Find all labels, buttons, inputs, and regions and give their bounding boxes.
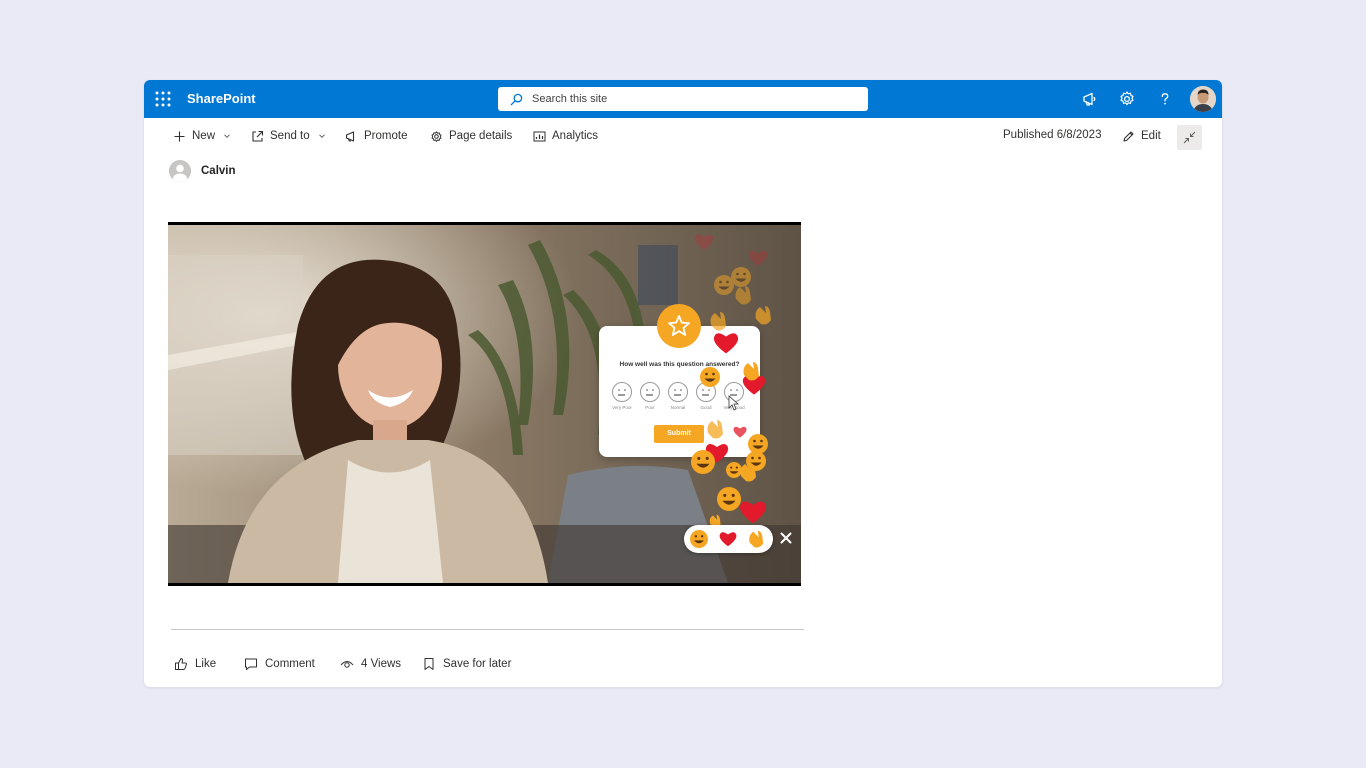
- poll-question: How well was this question answered?: [619, 361, 740, 368]
- comment-button[interactable]: Comment: [244, 656, 315, 672]
- views-label: 4 Views: [361, 658, 402, 670]
- star-icon: [657, 304, 701, 348]
- edit-label: Edit: [1141, 130, 1161, 142]
- share-icon: [252, 130, 264, 142]
- command-bar: New Send to Promote Page details Analyti…: [144, 118, 1222, 154]
- collapse-icon: [1183, 131, 1196, 144]
- bookmark-icon: [424, 658, 434, 670]
- send-to-button[interactable]: Send to: [251, 128, 326, 144]
- plus-icon: [174, 131, 185, 141]
- user-avatar[interactable]: [1190, 86, 1216, 112]
- save-label: Save for later: [443, 658, 512, 670]
- new-button[interactable]: New: [173, 128, 231, 144]
- video-player[interactable]: How well was this question answered? Ver…: [168, 222, 801, 586]
- promote-label: Promote: [364, 130, 408, 142]
- smile-face-icon: [696, 382, 716, 402]
- megaphone-icon[interactable]: [1081, 90, 1099, 108]
- send-to-label: Send to: [270, 130, 310, 142]
- chevron-down-icon: [318, 134, 325, 139]
- rating-very-poor[interactable]: Very Poor: [610, 382, 634, 410]
- analytics-label: Analytics: [552, 130, 599, 142]
- neutral-face-icon: [668, 382, 688, 402]
- save-for-later-button[interactable]: Save for later: [422, 656, 511, 672]
- divider: [171, 629, 804, 630]
- gear-icon[interactable]: [1118, 90, 1136, 108]
- author-avatar[interactable]: [169, 160, 191, 182]
- reaction-bar: [684, 525, 773, 553]
- poll-submit-button[interactable]: Submit: [654, 425, 704, 443]
- author-byline: Calvin: [169, 160, 236, 182]
- page-details-button[interactable]: Page details: [430, 128, 512, 144]
- views-count: 4 Views: [340, 656, 401, 672]
- rating-poor[interactable]: Poor: [638, 382, 662, 410]
- page-details-label: Page details: [449, 130, 513, 142]
- analytics-button[interactable]: Analytics: [533, 128, 598, 144]
- sad-face-icon: [612, 382, 632, 402]
- suite-bar: SharePoint Search this site: [144, 80, 1222, 118]
- like-label: Like: [195, 658, 217, 670]
- sharepoint-window: SharePoint Search this site New Send to …: [144, 80, 1222, 687]
- collapse-button[interactable]: [1177, 125, 1202, 150]
- promote-button[interactable]: Promote: [345, 128, 407, 144]
- rating-normal[interactable]: Normal: [666, 382, 690, 410]
- rating-poll-card: How well was this question answered? Ver…: [599, 304, 760, 457]
- new-label: New: [192, 130, 216, 142]
- rating-very-good[interactable]: Very Good: [722, 382, 746, 410]
- red-heart-icon[interactable]: [719, 530, 737, 548]
- gear-icon: [431, 130, 442, 142]
- chevron-down-icon: [224, 134, 230, 139]
- megaphone-icon: [345, 130, 355, 142]
- analytics-icon: [533, 131, 546, 141]
- like-button[interactable]: Like: [174, 656, 216, 672]
- app-name[interactable]: SharePoint: [187, 91, 256, 106]
- smile-face-icon: [724, 382, 744, 402]
- clapping-hands-icon[interactable]: [747, 530, 765, 548]
- search-placeholder: Search this site: [532, 93, 608, 105]
- grinning-face-icon[interactable]: [690, 530, 708, 548]
- help-icon[interactable]: [1156, 90, 1174, 108]
- comment-icon: [245, 658, 257, 670]
- author-name[interactable]: Calvin: [201, 165, 236, 177]
- close-icon[interactable]: [779, 531, 793, 545]
- sad-face-icon: [640, 382, 660, 402]
- waffle-icon[interactable]: [154, 90, 172, 108]
- search-icon: [510, 93, 523, 106]
- thumbs-up-icon: [175, 658, 187, 670]
- rating-good[interactable]: Good: [694, 382, 718, 410]
- published-date: Published 6/8/2023: [1003, 129, 1102, 141]
- pencil-icon: [1123, 130, 1134, 142]
- comment-label: Comment: [265, 658, 315, 670]
- search-input[interactable]: Search this site: [498, 87, 868, 111]
- edit-button[interactable]: Edit: [1122, 128, 1161, 144]
- eye-icon: [340, 661, 354, 668]
